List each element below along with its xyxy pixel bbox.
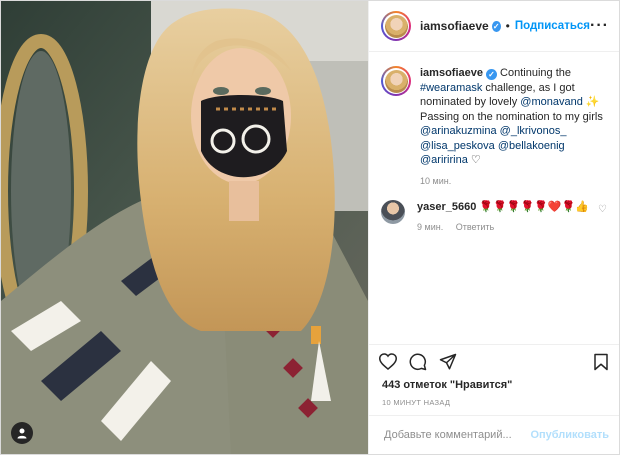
comment-icon[interactable]: [409, 353, 427, 371]
caption-link[interactable]: @monavand: [520, 96, 583, 108]
avatar[interactable]: [381, 11, 411, 41]
photo-illustration: [1, 1, 368, 454]
post-side-panel: iamsofiaeve ✓ • Подписаться ··· iamsofia…: [368, 1, 619, 454]
post-caption: iamsofiaeve ✓ Continuing the #wearamask c…: [369, 52, 619, 168]
share-icon[interactable]: [439, 353, 457, 371]
more-options-icon[interactable]: ···: [590, 17, 609, 35]
caption-link[interactable]: @lisa_peskova: [420, 140, 495, 152]
heart-icon[interactable]: [379, 353, 397, 370]
comment-input[interactable]: [382, 428, 531, 442]
likes-count[interactable]: 443 отметок "Нравится": [382, 379, 512, 391]
caption-link[interactable]: @_lkrivonos_: [500, 125, 567, 137]
comment-like-icon[interactable]: ♡: [598, 204, 607, 215]
header-username[interactable]: iamsofiaeve: [420, 19, 489, 33]
post-photo[interactable]: [1, 1, 368, 454]
caption-username[interactable]: iamsofiaeve: [420, 67, 483, 79]
caption-link[interactable]: @bellakoenig: [498, 140, 565, 152]
post-age: 10 МИНУТ НАЗАД: [382, 398, 451, 407]
header-separator: •: [505, 19, 510, 33]
caption-avatar[interactable]: [381, 66, 411, 96]
comment-meta: 9 мин. Ответить: [417, 222, 589, 232]
action-bar: [369, 344, 619, 378]
comment-text: 🌹🌹🌹🌹🌹❤️🌹👍: [479, 200, 589, 213]
user-tag-glyph: [17, 428, 27, 439]
comment-body: yaser_5660 🌹🌹🌹🌹🌹❤️🌹👍 9 мин. Ответить: [417, 200, 589, 232]
verified-icon: ✓: [491, 20, 501, 32]
verified-icon: ✓: [485, 69, 497, 80]
follow-button[interactable]: Подписаться: [515, 20, 590, 32]
caption-link[interactable]: #wearamask: [420, 82, 482, 94]
caption-segment: ♡: [467, 154, 481, 166]
comment-avatar[interactable]: [381, 199, 405, 224]
caption-body: Continuing the #wearamask challenge, as …: [420, 67, 603, 166]
caption-link[interactable]: @arinakuzmina: [420, 125, 497, 137]
caption-timestamp: 10 мин.: [420, 175, 452, 186]
caption-link[interactable]: @ariririna: [420, 154, 468, 166]
comment-time[interactable]: 9 мин.: [417, 222, 443, 232]
bookmark-icon[interactable]: [593, 353, 609, 371]
post-window: iamsofiaeve ✓ • Подписаться ··· iamsofia…: [0, 0, 620, 455]
publish-button[interactable]: Опубликовать: [530, 429, 609, 441]
user-tag-icon[interactable]: [11, 422, 33, 444]
comment-item: yaser_5660 🌹🌹🌹🌹🌹❤️🌹👍 9 мин. Ответить ♡: [369, 186, 619, 232]
add-comment-bar: Опубликовать: [369, 415, 619, 454]
caption-segment: Continuing the: [500, 67, 571, 79]
caption-text: iamsofiaeve ✓ Continuing the #wearamask c…: [420, 66, 606, 168]
comment-username[interactable]: yaser_5660: [417, 201, 476, 213]
post-header: iamsofiaeve ✓ • Подписаться ···: [369, 1, 619, 52]
reply-button[interactable]: Ответить: [456, 222, 494, 232]
